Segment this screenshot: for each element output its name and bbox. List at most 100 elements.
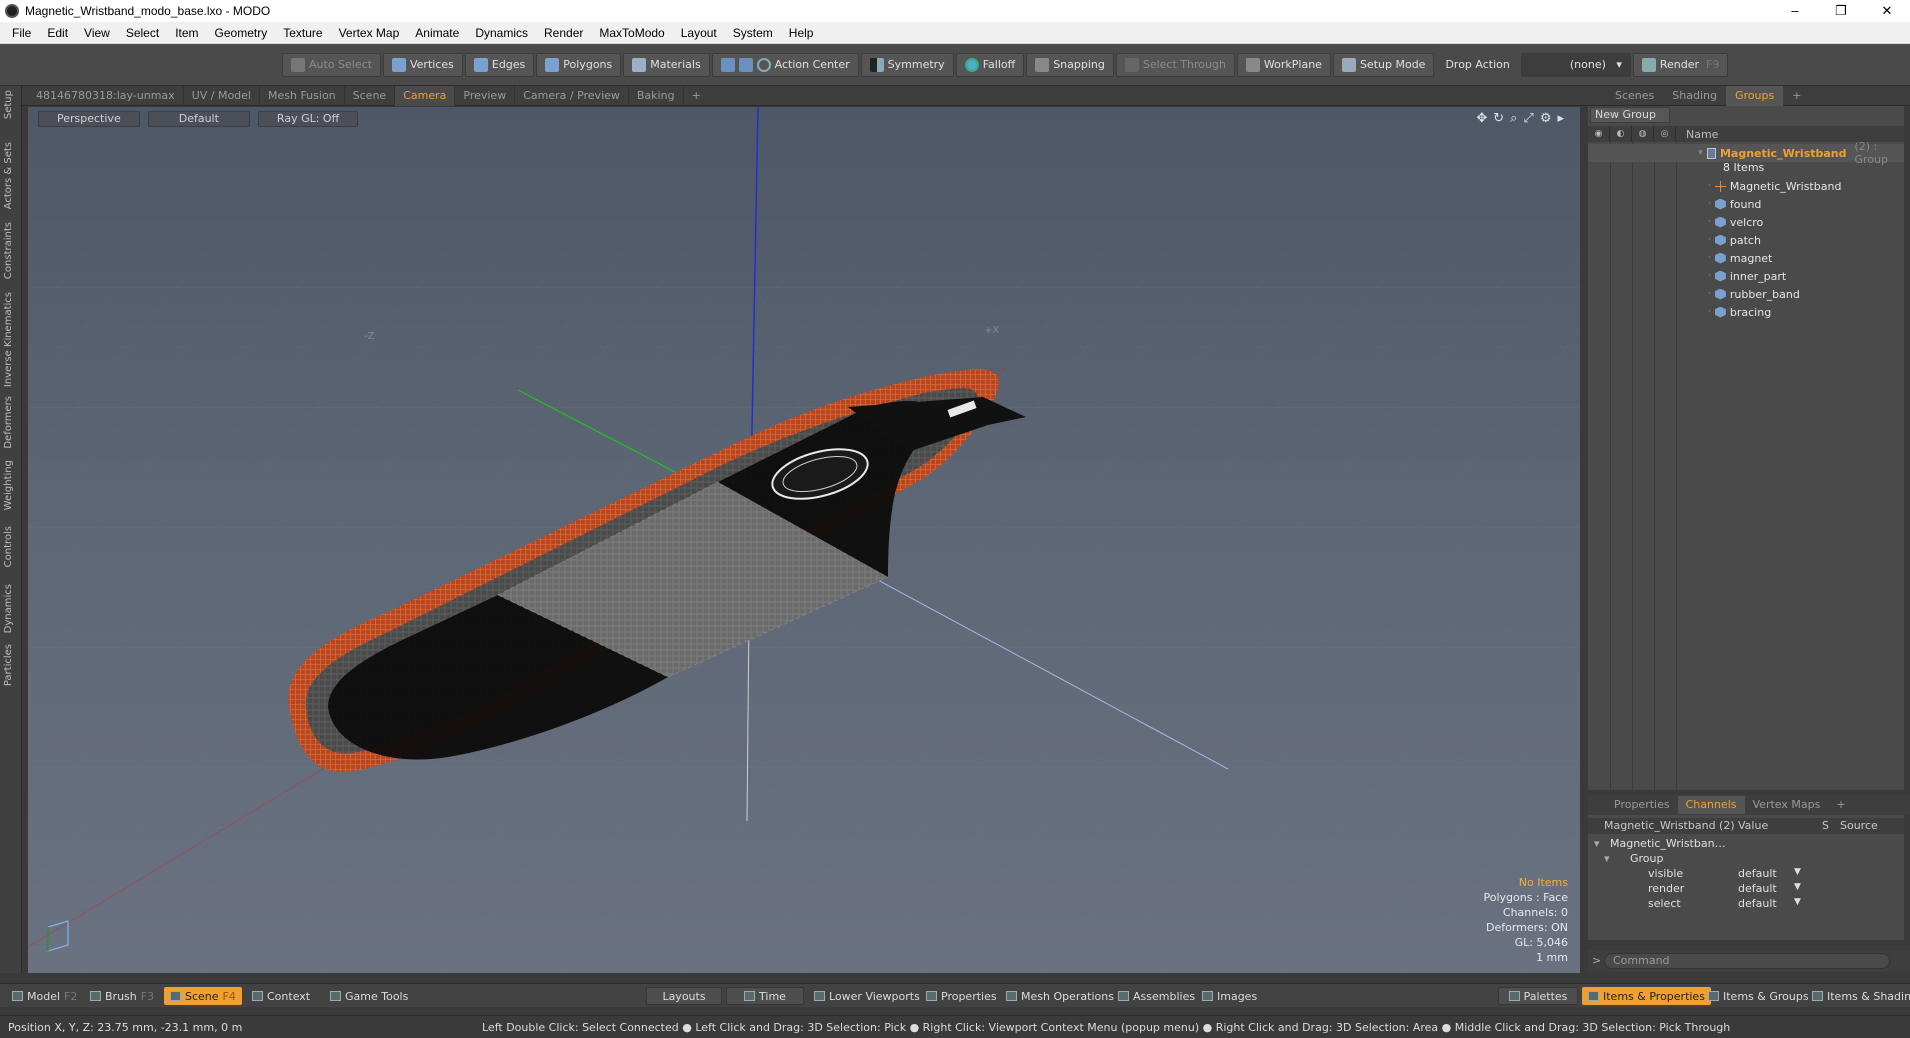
tab-shading[interactable]: Shading [1663,86,1726,106]
images-button[interactable]: Images [1196,987,1263,1005]
tab-uv-model[interactable]: UV / Model [184,85,260,106]
tab-particles[interactable]: Particles [3,644,19,686]
menu-animate[interactable]: Animate [407,26,467,40]
select-through-button[interactable]: Select Through [1115,52,1235,77]
tab-mesh-fusion[interactable]: Mesh Fusion [260,85,345,106]
tab-scene[interactable]: Scene [345,85,396,106]
menu-dynamics[interactable]: Dynamics [467,26,536,40]
menu-edit[interactable]: Edit [39,26,76,40]
perspective-dropdown[interactable]: Perspective [38,111,140,127]
tab-controls[interactable]: Controls [3,526,19,567]
model-layout-button[interactable]: Model F2 [6,987,83,1005]
symmetry-button[interactable]: Symmetry [860,52,954,77]
workplane-button[interactable]: WorkPlane [1236,52,1331,77]
close-button[interactable]: ✕ [1864,0,1910,22]
channel-value[interactable]: default [1738,882,1798,895]
game-tools-layout-button[interactable]: Game Tools [324,987,414,1005]
tab-camera-preview[interactable]: Camera / Preview [515,85,629,106]
add-panel-tab-button[interactable]: + [1783,86,1810,106]
tab-vertex-maps[interactable]: Vertex Maps [1745,796,1829,814]
menu-select[interactable]: Select [118,26,167,40]
tab-deformers[interactable]: Deformers [3,396,19,449]
lower-viewports-button[interactable]: Lower Viewports [808,987,926,1005]
assemblies-button[interactable]: Assemblies [1112,987,1201,1005]
action-center-button[interactable]: Action Center [711,52,859,77]
tab-weighting[interactable]: Weighting [3,460,19,510]
items-shading-button[interactable]: Items & Shading [1806,987,1910,1005]
menu-file[interactable]: File [4,26,39,40]
menu-texture[interactable]: Texture [275,26,330,40]
snapping-button[interactable]: Snapping [1026,52,1114,77]
tab-layout-unmax[interactable]: 48146780318:lay-unmax [28,85,184,106]
tab-preview[interactable]: Preview [455,85,516,106]
drop-action-select[interactable]: (none) ▾ [1520,52,1631,77]
menu-view[interactable]: View [76,26,118,40]
tab-dynamics[interactable]: Dynamics [3,584,19,633]
menu-maxtomodo[interactable]: MaxToModo [591,26,672,40]
channel-value[interactable]: default [1738,867,1798,880]
vertices-button[interactable]: Vertices [382,52,463,77]
add-tab-button[interactable]: + [684,86,709,106]
context-layout-button[interactable]: Context [246,987,316,1005]
properties-button[interactable]: Properties [920,987,1003,1005]
menu-render[interactable]: Render [536,26,591,40]
minimize-button[interactable]: – [1772,0,1818,22]
pan-icon[interactable]: ✥ [1476,111,1487,126]
command-input[interactable]: Command [1604,953,1890,969]
fit-icon[interactable]: ⤢ [1523,111,1533,126]
tab-scenes[interactable]: Scenes [1606,86,1663,106]
channel-value[interactable]: default [1738,897,1798,910]
select-toggle-icon[interactable]: ◎ [1654,126,1676,142]
edges-button[interactable]: Edges [464,52,535,77]
zoom-icon[interactable]: ⌕ [1510,111,1517,126]
tab-groups[interactable]: Groups [1725,85,1784,106]
expand-arrow-icon[interactable]: ▸ [1557,111,1564,126]
scene-layout-button[interactable]: Scene F4 [164,987,242,1005]
tab-constraints[interactable]: Constraints [3,222,19,279]
render-toggle-icon[interactable]: ◐ [1610,126,1632,142]
tab-actors-sets[interactable]: Actors & Sets [3,142,19,209]
lock-icon[interactable]: ◍ [1632,126,1654,142]
render-button[interactable]: Render F9 [1632,52,1729,77]
new-group-button[interactable]: New Group [1590,107,1670,123]
3d-viewport[interactable]: -Z +X Perspective Default Ray GL: Off ✥ … [28,107,1580,973]
list-item[interactable]: · patch [1588,231,1904,249]
list-item[interactable]: · velcro [1588,213,1904,231]
chevron-down-icon[interactable]: ▼ [1794,867,1801,877]
menu-layout[interactable]: Layout [673,26,725,40]
shading-dropdown[interactable]: Default [147,111,250,127]
chevron-down-icon[interactable]: ▼ [1794,882,1801,892]
items-properties-button[interactable]: Items & Properties [1582,987,1711,1005]
palettes-button[interactable]: Palettes [1498,987,1578,1005]
collapse-arrow-icon[interactable]: ▾ [1594,837,1600,850]
auto-select-button[interactable]: Auto Select [282,52,381,77]
eye-icon[interactable]: ◉ [1588,126,1610,142]
tab-setup[interactable]: Setup [3,90,19,119]
materials-button[interactable]: Materials [623,52,710,77]
list-item[interactable]: · bracing [1588,303,1904,321]
list-item[interactable]: · magnet [1588,249,1904,267]
layouts-button[interactable]: Layouts [646,987,722,1005]
list-item[interactable]: · rubber_band [1588,285,1904,303]
chevron-down-icon[interactable]: ▼ [1794,897,1801,907]
list-item[interactable]: · Magnetic_Wristband [1588,177,1904,195]
maximize-button[interactable]: ❐ [1818,0,1864,22]
add-channel-tab-button[interactable]: + [1828,796,1853,814]
menu-help[interactable]: Help [781,26,822,40]
list-item[interactable]: · inner_part [1588,267,1904,285]
tab-channels[interactable]: Channels [1677,796,1745,814]
menu-system[interactable]: System [725,26,781,40]
mesh-operations-button[interactable]: Mesh Operations [1000,987,1120,1005]
collapse-arrow-icon[interactable]: ▾ [1604,852,1610,865]
list-item[interactable]: · found [1588,195,1904,213]
setup-mode-button[interactable]: Setup Mode [1332,52,1435,77]
tab-baking[interactable]: Baking [629,85,684,106]
items-groups-button[interactable]: Items & Groups [1702,987,1815,1005]
channel-row-select[interactable]: select default ▼ [1588,895,1904,913]
falloff-button[interactable]: Falloff [955,52,1025,77]
tab-properties[interactable]: Properties [1606,796,1678,814]
menu-item[interactable]: Item [167,26,206,40]
polygons-button[interactable]: Polygons [536,52,622,77]
tab-camera[interactable]: Camera [395,85,456,106]
tab-inverse-kinematics[interactable]: Inverse Kinematics [3,292,19,387]
